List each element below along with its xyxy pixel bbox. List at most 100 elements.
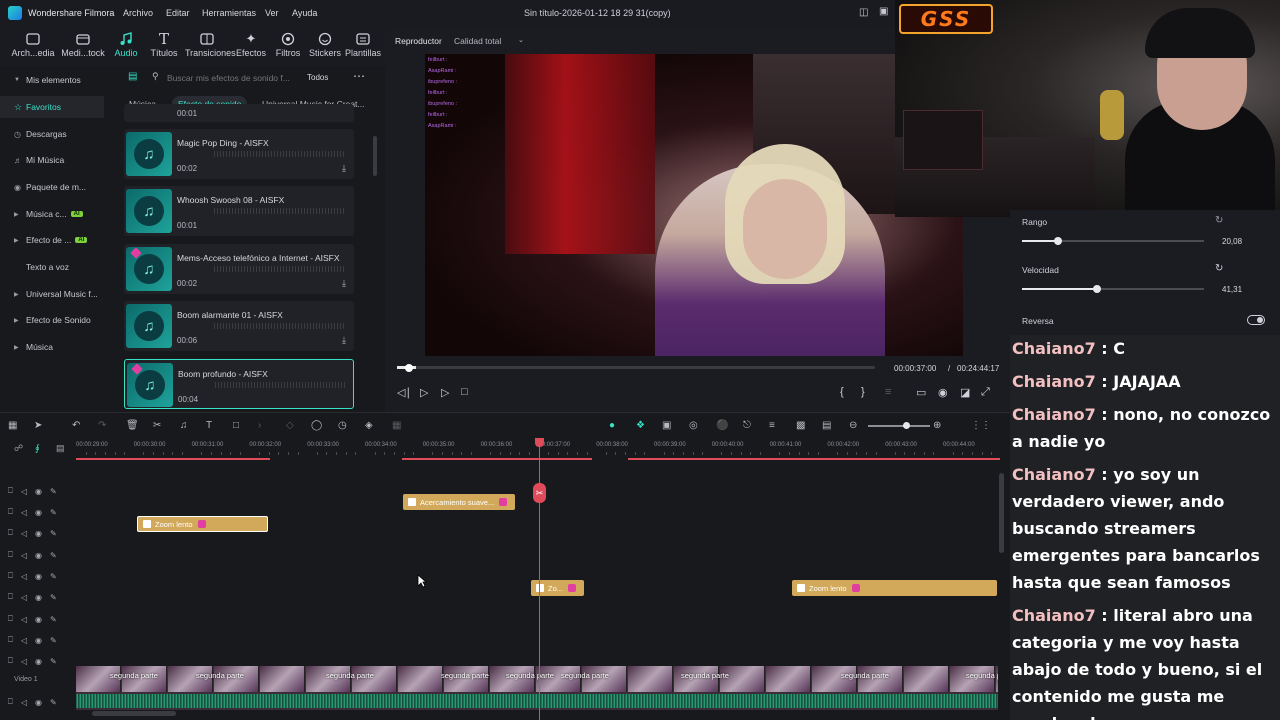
lock-icon[interactable]: ⎕ xyxy=(8,550,13,560)
lock-icon[interactable]: ⎕ xyxy=(8,486,13,496)
menu-ver[interactable]: Ver xyxy=(265,8,279,18)
edit-icon[interactable]: ✎ xyxy=(50,487,57,496)
menu-herramientas[interactable]: Herramientas xyxy=(202,8,256,18)
menu-ayuda[interactable]: Ayuda xyxy=(292,8,317,18)
speaker-icon[interactable]: ◁ xyxy=(21,698,27,707)
list-scrollbar[interactable] xyxy=(373,136,377,176)
list-item[interactable]: ♫ Whoosh Swoosh 08 - AISFX 00:01 xyxy=(124,186,354,236)
sidebar-item-mi-musica[interactable]: ♬ Mi Música xyxy=(0,149,104,171)
reset-icon[interactable]: ↻ xyxy=(1215,215,1223,226)
split-icon[interactable]: ✂ xyxy=(153,420,161,431)
grid-icon[interactable]: ⋮⋮ xyxy=(971,420,991,431)
sidebar-item-efecto-de-sonido[interactable]: ▶ Efecto de Sonido xyxy=(0,309,104,331)
eye-icon[interactable]: ◉ xyxy=(35,698,42,707)
play-icon[interactable]: ▷ xyxy=(441,386,449,399)
edit-icon[interactable]: ✎ xyxy=(50,551,57,560)
list-item[interactable]: 00:01 xyxy=(124,104,354,122)
play-frame-icon[interactable]: ▷ xyxy=(420,386,428,399)
eye-icon[interactable]: ◉ xyxy=(35,487,42,496)
zoom-slider-handle[interactable] xyxy=(903,422,910,429)
sidebar-item-paquete[interactable]: ◉ Paquete de m... xyxy=(0,176,104,198)
download-icon[interactable]: ⤓ xyxy=(342,163,346,174)
edit-icon[interactable]: ✎ xyxy=(50,572,57,581)
snap-icon[interactable]: ❖ xyxy=(636,420,645,431)
sidebar-item-descargas[interactable]: ◷ Descargas xyxy=(0,123,104,145)
search-input[interactable] xyxy=(167,70,307,86)
lock-icon[interactable]: ⎕ xyxy=(8,656,13,666)
volume-icon[interactable]: ◪ xyxy=(960,386,970,399)
eye-icon[interactable]: ◉ xyxy=(35,657,42,666)
timer-icon[interactable]: ◷ xyxy=(338,420,347,431)
speed-value[interactable]: 41,31 xyxy=(1222,285,1242,294)
tab-reproductor[interactable]: Reproductor xyxy=(395,36,442,46)
edit-icon[interactable]: ✎ xyxy=(50,636,57,645)
speaker-icon[interactable]: ◁ xyxy=(21,636,27,645)
download-icon[interactable]: ⤓ xyxy=(342,278,346,289)
reverse-toggle[interactable] xyxy=(1247,315,1265,325)
eye-icon[interactable]: ◉ xyxy=(35,593,42,602)
zoom-out-icon[interactable]: ⊖ xyxy=(849,420,857,431)
sidebar-item-efecto-ai[interactable]: ▶ Efecto de ... AI xyxy=(0,229,104,251)
speaker-icon[interactable]: ◁ xyxy=(21,487,27,496)
snapshot-icon[interactable]: ◉ xyxy=(938,386,948,399)
effect-clip-selected[interactable]: Zoom lento xyxy=(137,516,268,532)
display-icon[interactable]: ▭ xyxy=(916,386,926,399)
redo-icon[interactable]: ↷ xyxy=(98,420,106,431)
edit-icon[interactable]: ✎ xyxy=(50,615,57,624)
tool-stock-media[interactable]: Medi...tock xyxy=(61,30,105,58)
tool-media[interactable]: Arch...edia xyxy=(11,30,55,58)
zoom-slider[interactable] xyxy=(868,425,930,427)
mask-icon[interactable]: ◇ xyxy=(286,420,294,431)
download-icon[interactable]: ⤓ xyxy=(342,335,346,346)
sidebar-item-texto-a-voz[interactable]: Texto a voz xyxy=(0,256,104,278)
range-slider[interactable] xyxy=(1022,240,1204,242)
range-slider-handle[interactable] xyxy=(1054,237,1063,245)
filter-dropdown[interactable]: Todos xyxy=(307,73,328,82)
zoom-in-icon[interactable]: ⊕ xyxy=(933,420,941,431)
sidebar-item-universal-music[interactable]: ▶ Universal Music f... xyxy=(0,283,104,305)
replace-icon[interactable]: ▩ xyxy=(796,420,805,431)
list-item[interactable]: ♫ Magic Pop Ding - AISFX 00:02 ⤓ xyxy=(124,129,354,179)
seek-bar[interactable] xyxy=(397,366,875,369)
sidebar-item-mis-elementos[interactable]: ▼ Mis elementos xyxy=(0,69,104,91)
lock-icon[interactable]: ⎕ xyxy=(8,635,13,645)
folder-icon[interactable]: ▤ xyxy=(128,71,137,82)
caption-icon[interactable]: ▤ xyxy=(822,420,831,431)
undo-icon[interactable]: ↶ xyxy=(72,420,80,431)
insert-icon[interactable]: ≡ xyxy=(885,386,891,398)
eye-icon[interactable]: ◉ xyxy=(35,551,42,560)
speaker-icon[interactable]: ◁ xyxy=(21,593,27,602)
eye-icon[interactable]: ◉ xyxy=(35,508,42,517)
lock-icon[interactable]: ⎕ xyxy=(8,571,13,581)
mark-out-icon[interactable]: } xyxy=(861,386,865,398)
magnet-icon[interactable]: ∮ xyxy=(35,443,40,454)
lock-icon[interactable]: ⎕ xyxy=(8,507,13,517)
quality-dropdown[interactable]: Calidad total xyxy=(454,36,501,46)
marker-icon[interactable]: ▣ xyxy=(662,420,671,431)
tool-templates[interactable]: Plantillas xyxy=(341,30,385,58)
eye-icon[interactable]: ◉ xyxy=(35,572,42,581)
group-icon[interactable]: ◈ xyxy=(365,420,373,431)
gift-icon[interactable]: ◫ xyxy=(859,7,868,18)
scissors-icon[interactable]: ✂ xyxy=(533,483,546,503)
lock-icon[interactable]: ⎕ xyxy=(8,614,13,624)
effect-clip[interactable]: Zoom lento xyxy=(792,580,997,596)
vertical-scrollbar[interactable] xyxy=(999,473,1004,553)
sidebar-item-musica-ai[interactable]: ▶ Música c... AI xyxy=(0,203,104,225)
lock-icon[interactable]: ⎕ xyxy=(8,592,13,602)
lock-icon[interactable]: ⎕ xyxy=(8,697,13,707)
speaker-icon[interactable]: ◁ xyxy=(21,508,27,517)
speaker-icon[interactable]: ◁ xyxy=(21,615,27,624)
effect-clip[interactable]: Acercamiento suave... xyxy=(403,494,515,510)
menu-editar[interactable]: Editar xyxy=(166,8,190,18)
sidebar-item-musica[interactable]: ▶ Música xyxy=(0,336,104,358)
video-preview[interactable]: feilburt : AsapRami : ibuprefeno : feilb… xyxy=(425,54,963,356)
tool-transitions[interactable]: Transiciones xyxy=(185,30,236,58)
range-value[interactable]: 20,08 xyxy=(1222,237,1242,246)
speaker-icon[interactable]: ◁ xyxy=(21,529,27,538)
mark-in-icon[interactable]: { xyxy=(840,386,844,398)
more-options-icon[interactable]: ⋯ xyxy=(353,69,365,83)
mixer-icon[interactable]: ≡ xyxy=(769,420,775,431)
reset-icon[interactable]: ↻ xyxy=(1215,263,1223,274)
edit-icon[interactable]: ✎ xyxy=(50,508,57,517)
